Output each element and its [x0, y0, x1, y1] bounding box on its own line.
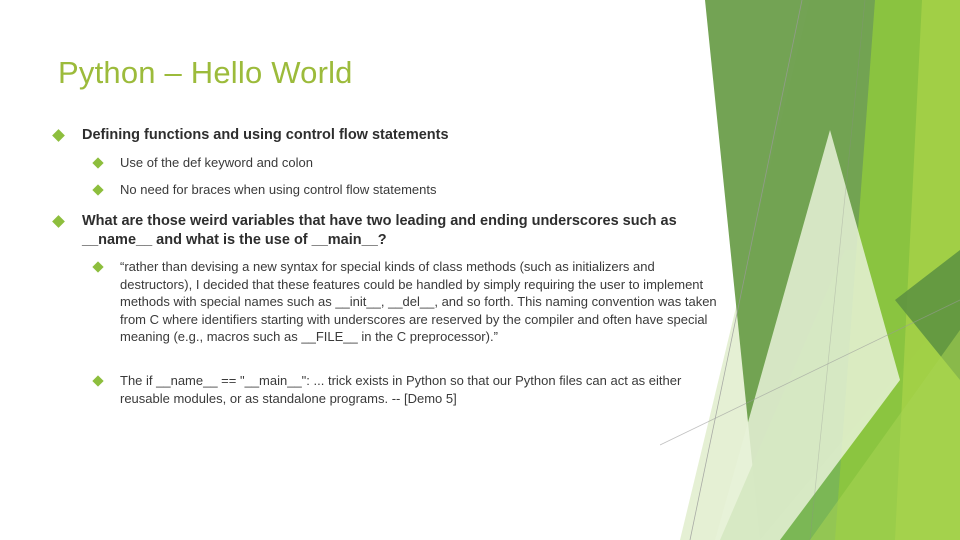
bullet-text: What are those weird variables that have… — [82, 213, 677, 248]
bullet-def-keyword: Use of the def keyword and colon — [92, 154, 734, 173]
bullet-text: “rather than devising a new syntax for s… — [120, 259, 717, 344]
bullet-defining-functions: Defining functions and using control flo… — [52, 126, 730, 145]
diamond-bullet-icon — [92, 261, 104, 273]
bullet-text: Defining functions and using control flo… — [82, 127, 449, 143]
page-title: Python – Hello World — [58, 55, 353, 90]
bullet-guido-quote: “rather than devising a new syntax for s… — [92, 258, 734, 346]
diamond-bullet-icon — [92, 375, 104, 387]
slide-canvas: Python – Hello World Defining functions … — [0, 0, 960, 540]
bullet-weird-variables: What are those weird variables that have… — [52, 212, 730, 250]
bullet-text: Use of the def keyword and colon — [120, 155, 313, 170]
diamond-bullet-icon — [92, 184, 104, 196]
bullet-text: The if __name__ == "__main__": ... trick… — [120, 373, 682, 406]
diamond-bullet-icon — [52, 215, 65, 228]
diamond-bullet-icon — [52, 129, 65, 142]
bullet-main-trick: The if __name__ == "__main__": ... trick… — [92, 372, 734, 407]
bullet-no-braces: No need for braces when using control fl… — [92, 181, 734, 200]
slide-content: Python – Hello World Defining functions … — [0, 0, 740, 540]
bullet-text: No need for braces when using control fl… — [120, 182, 437, 197]
diamond-bullet-icon — [92, 157, 104, 169]
